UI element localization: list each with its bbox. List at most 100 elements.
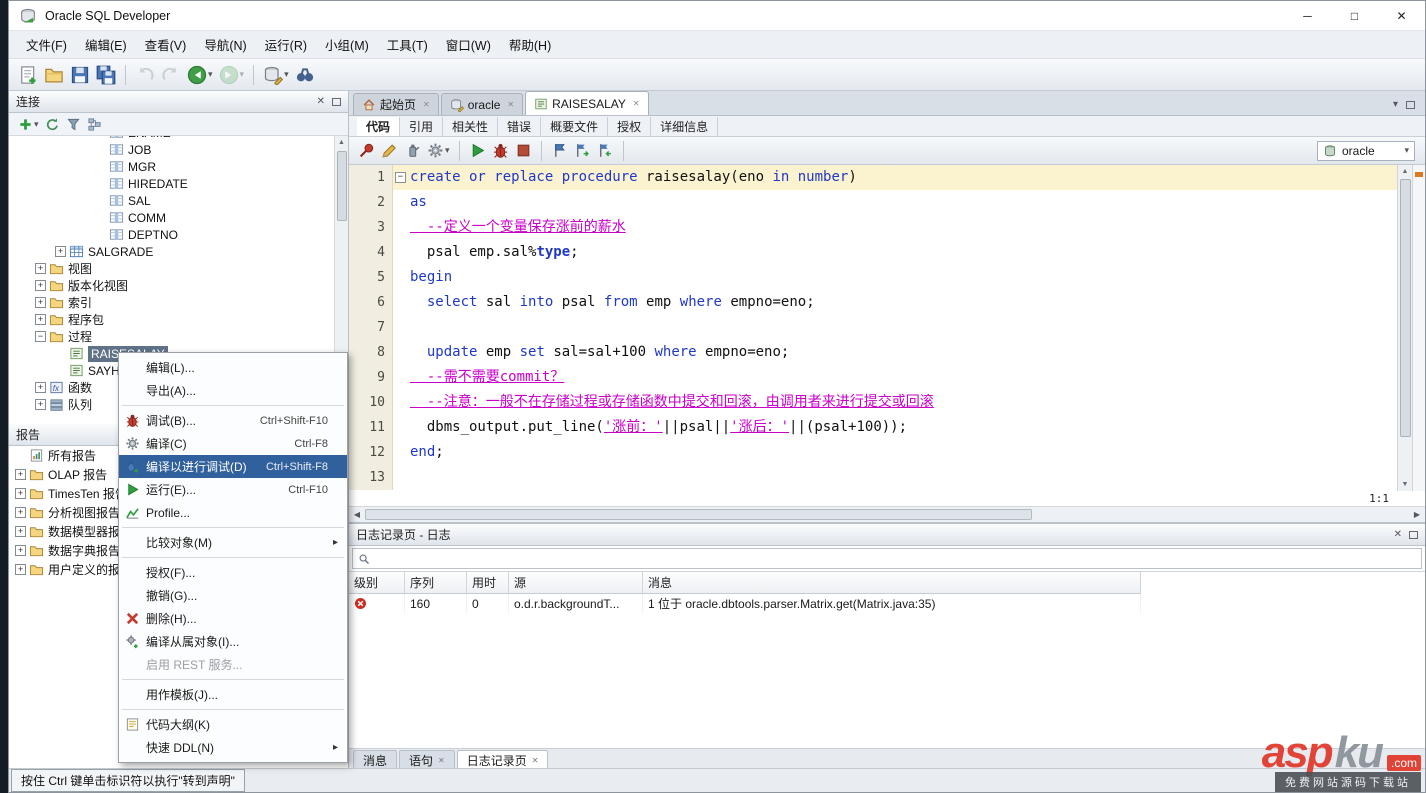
editor-subtab[interactable]: 授权 [608,117,651,136]
expand-icon[interactable]: + [35,382,46,393]
expand-icon[interactable]: + [35,399,46,410]
menubar-item[interactable]: 文件(F) [17,31,76,58]
code-editor[interactable]: 1−create or replace procedure raisesalay… [349,165,1397,491]
context-menu-item[interactable]: 编辑(L)... [119,356,347,379]
expand-icon[interactable]: + [35,314,46,325]
code-line[interactable]: 11 dbms_output.put_line('涨前：'||psal||'涨后… [349,415,1397,440]
context-menu-item[interactable]: 用作模板(J)... [119,683,347,706]
collapse-all-button[interactable] [85,115,104,134]
close-tab-icon[interactable]: ✕ [532,756,539,765]
terminate-button[interactable] [513,140,534,161]
scroll-left-icon[interactable]: ◀ [349,507,365,522]
log-search-input[interactable] [375,552,1416,566]
context-menu-item[interactable]: 导出(A)... [119,379,347,402]
close-button[interactable]: ✕ [1378,1,1425,30]
tree-item[interactable]: −过程 [9,328,348,345]
next-bookmark-button[interactable] [572,140,593,161]
doc-tab[interactable]: oracle✕ [441,93,523,115]
context-menu-item[interactable]: 启用 REST 服务... [119,653,347,676]
dropdown-arrow-icon[interactable]: ▾ [240,69,245,80]
edit-button[interactable] [379,140,400,161]
log-column-header[interactable]: 级别 [349,572,405,594]
context-menu-item[interactable]: 快速 DDL(N)▸ [119,736,347,759]
tree-item[interactable]: MGR [9,158,348,175]
expand-icon[interactable]: + [15,469,26,480]
scroll-thumb[interactable] [365,509,1032,520]
back-button[interactable]: ▾ [185,63,215,87]
expand-icon[interactable]: + [35,297,46,308]
context-menu-item[interactable]: 授权(F)... [119,561,347,584]
editor-horizontal-scrollbar[interactable]: ◀ ▶ [349,506,1425,522]
editor-subtab[interactable]: 代码 [357,117,400,136]
tree-item[interactable]: +SALGRADE [9,243,348,260]
log-column-header[interactable]: 用时 [467,572,509,594]
context-menu-item[interactable]: 撤销(G)... [119,584,347,607]
redo-button[interactable] [159,63,183,87]
scroll-thumb[interactable] [1400,179,1411,437]
context-menu-item[interactable]: 代码大纲(K) [119,713,347,736]
apply-filter-button[interactable] [64,115,83,134]
save-all-button[interactable] [94,63,118,87]
tree-item[interactable]: DEPTNO [9,226,348,243]
expand-icon[interactable]: + [15,564,26,575]
tree-item[interactable]: JOB [9,141,348,158]
log-column-header[interactable]: 消息 [643,572,1141,594]
titlebar[interactable]: Oracle SQL Developer ─□✕ [9,1,1425,31]
tree-item[interactable]: +视图 [9,260,348,277]
restore-group-icon[interactable] [1406,101,1415,109]
run-button[interactable] [467,140,488,161]
expand-icon[interactable]: + [15,507,26,518]
context-menu-item[interactable]: 编译以进行调试(D)Ctrl+Shift-F8 [119,455,347,478]
open-file-button[interactable] [42,63,66,87]
log-column-header[interactable]: 源 [509,572,643,594]
close-panel-icon[interactable]: ✕ [1394,529,1402,540]
code-line[interactable]: 4 psal emp.sal%type; [349,240,1397,265]
collapse-icon[interactable]: − [35,331,46,342]
tree-item[interactable]: HIREDATE [9,175,348,192]
add-connection-button[interactable]: ▾ [16,115,41,134]
expand-icon[interactable]: + [55,246,66,257]
tree-item[interactable]: +版本化视图 [9,277,348,294]
scroll-up-icon[interactable]: ▲ [338,136,345,149]
close-tab-icon[interactable]: ✕ [507,100,514,109]
refresh-button[interactable] [43,115,62,134]
scroll-up-icon[interactable]: ▲ [1402,165,1409,178]
expand-icon[interactable]: + [35,280,46,291]
debug-button[interactable] [490,140,511,161]
save-button[interactable] [68,63,92,87]
expand-icon[interactable]: + [15,526,26,537]
freeze-view-button[interactable] [356,140,377,161]
forward-button[interactable]: ▾ [217,63,247,87]
code-line[interactable]: 5begin [349,265,1397,290]
tree-item[interactable]: COMM [9,209,348,226]
code-line[interactable]: 10 --注意：一般不在存储过程或存储函数中提交和回滚，由调用者来进行提交或回滚 [349,390,1397,415]
editor-subtab[interactable]: 相关性 [443,117,498,136]
open-sql-worksheet-button[interactable]: ▾ [261,63,291,87]
doc-tab[interactable]: 起始页✕ [353,93,439,115]
toggle-bookmark-button[interactable] [549,140,570,161]
editor-subtab[interactable]: 引用 [400,117,443,136]
code-line[interactable]: 7 [349,315,1397,340]
close-panel-icon[interactable]: ✕ [317,96,325,107]
dropdown-arrow-icon[interactable]: ▾ [208,69,213,80]
editor-vertical-scrollbar[interactable]: ▲ ▼ [1397,165,1412,491]
restore-panel-icon[interactable] [332,98,341,106]
menubar-item[interactable]: 窗口(W) [437,31,500,58]
compile-button[interactable]: ▾ [425,140,452,161]
context-menu-item[interactable]: 运行(E)...Ctrl-F10 [119,478,347,501]
code-line[interactable]: 2as [349,190,1397,215]
menubar-item[interactable]: 查看(V) [136,31,196,58]
expand-icon[interactable]: + [15,488,26,499]
editor-subtab[interactable]: 详细信息 [651,117,718,136]
menubar-item[interactable]: 导航(N) [195,31,255,58]
code-line[interactable]: 9 --需不需要commit？ [349,365,1397,390]
maximize-button[interactable]: □ [1331,1,1378,30]
context-menu-item[interactable]: 编译从属对象(I)... [119,630,347,653]
expand-icon[interactable]: + [15,545,26,556]
context-menu-item[interactable]: Profile... [119,501,347,524]
close-tab-icon[interactable]: ✕ [633,99,640,108]
code-line[interactable]: 13 [349,465,1397,490]
log-bottom-tab[interactable]: 日志记录页✕ [457,750,549,769]
minimize-button[interactable]: ─ [1284,1,1331,30]
restore-panel-icon[interactable] [1409,531,1418,539]
